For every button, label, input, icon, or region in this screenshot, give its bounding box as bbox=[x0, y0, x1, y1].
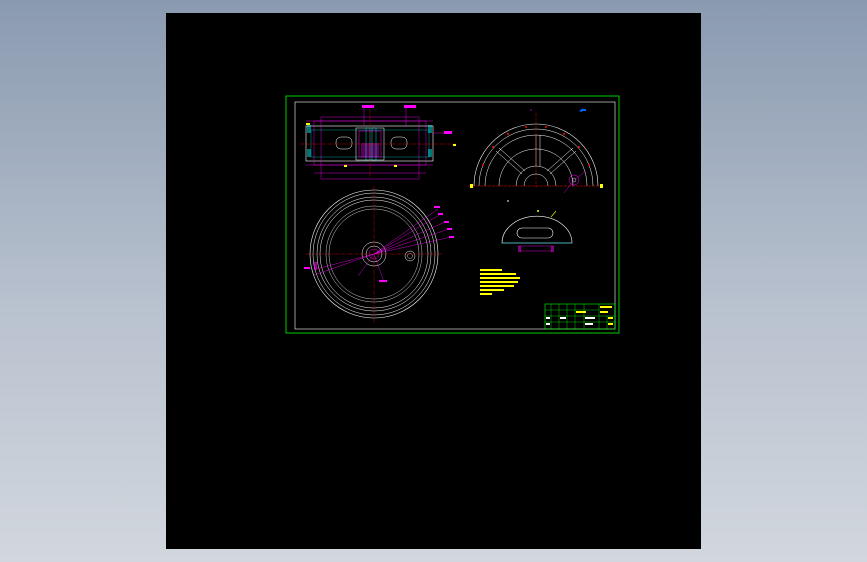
drawing-outer-border bbox=[285, 95, 620, 334]
front-wheel-view bbox=[304, 186, 454, 322]
section-marker-b: B bbox=[507, 199, 509, 203]
drawing-viewport[interactable]: A B bbox=[166, 13, 701, 549]
drawing-sheet[interactable]: A B bbox=[166, 13, 701, 549]
detail-section-view: B bbox=[501, 199, 573, 252]
technical-notes bbox=[480, 269, 520, 295]
half-wheel-view: A bbox=[468, 108, 604, 194]
title-block bbox=[544, 303, 616, 330]
section-view bbox=[300, 105, 456, 180]
drawing-inner-border bbox=[294, 101, 616, 330]
section-marker-a: A bbox=[530, 108, 533, 112]
